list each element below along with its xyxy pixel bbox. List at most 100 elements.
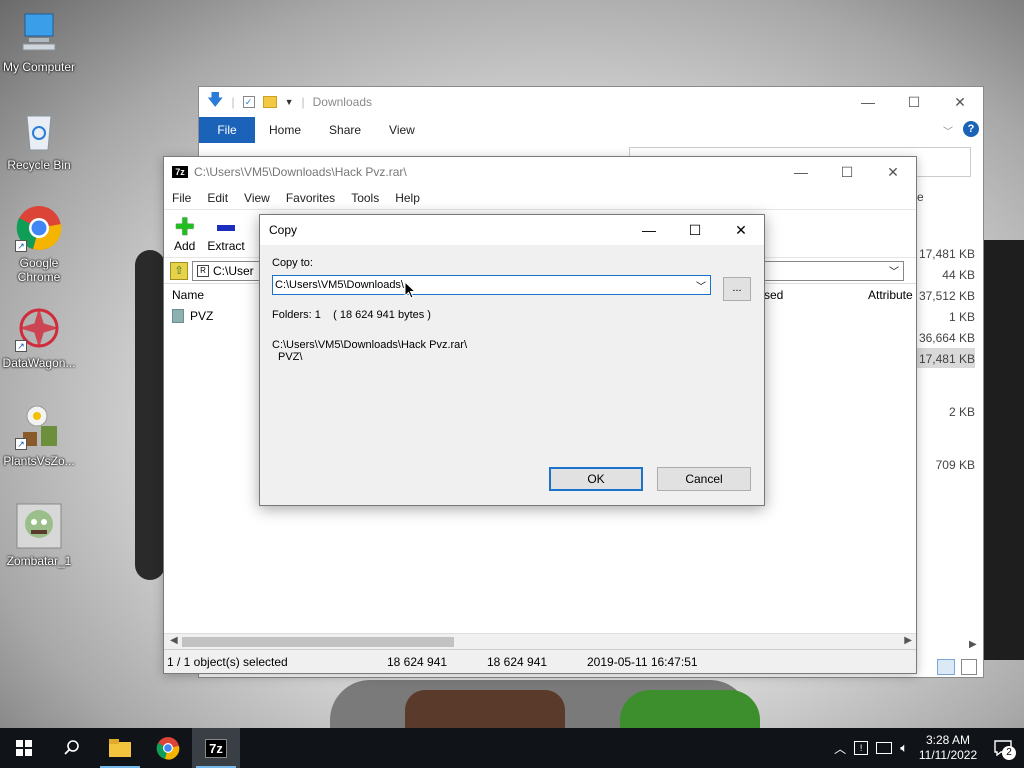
minimize-icon[interactable]: —: [778, 157, 824, 187]
horizontal-scrollbar[interactable]: ◀ ▶: [164, 633, 916, 649]
extract-label: Extract: [207, 239, 245, 253]
desktop-icon-google-chrome[interactable]: ↗ Google Chrome: [0, 204, 78, 284]
quick-access-download-icon[interactable]: 🡇: [207, 89, 223, 116]
recycle-bin-icon: [15, 106, 63, 154]
extract-button[interactable]: Extract: [207, 217, 245, 253]
wallpaper-shape: [405, 690, 565, 728]
title-separator: |: [231, 95, 235, 109]
ok-button[interactable]: OK: [549, 467, 643, 491]
properties-icon[interactable]: ✓: [242, 96, 255, 108]
chrome-icon: [156, 737, 180, 760]
shortcut-arrow-icon: ↗: [15, 438, 27, 450]
network-icon[interactable]: [876, 742, 893, 754]
desktop-icon-zombatar[interactable]: Zombatar_1: [0, 502, 78, 568]
notification-count-badge: 2: [1002, 746, 1016, 760]
details-view-icon[interactable]: [937, 659, 955, 675]
desktop-icon-recycle-bin[interactable]: Recycle Bin: [0, 106, 78, 172]
copy-to-path-input[interactable]: C:\Users\VM5\Downloads\: [275, 279, 404, 291]
file-size: 44 KB: [942, 268, 975, 282]
desktop-icon-datawagon[interactable]: ↗ DataWagon...: [0, 304, 78, 370]
taskbar-chrome[interactable]: [144, 728, 192, 768]
qat-dropdown-icon[interactable]: ▼: [285, 97, 294, 107]
security-icon[interactable]: !: [854, 741, 869, 755]
new-folder-icon[interactable]: [262, 96, 277, 108]
large-icons-view-icon[interactable]: [961, 659, 977, 675]
tab-view[interactable]: View: [375, 123, 429, 137]
sevenzip-title: C:\Users\VM5\Downloads\Hack Pvz.rar\: [194, 165, 407, 179]
copy-dialog-window-controls: — ☐ ✕: [626, 215, 764, 245]
copy-dialog[interactable]: Copy — ☐ ✕ Copy to: C:\Users\VM5\Downloa…: [259, 214, 765, 506]
copy-dialog-body: Copy to: C:\Users\VM5\Downloads\ ﹀ Folde…: [260, 245, 764, 375]
search-button[interactable]: [48, 728, 96, 768]
tab-home[interactable]: Home: [255, 123, 315, 137]
scroll-left-icon[interactable]: ◀: [170, 635, 178, 646]
add-label: Add: [174, 239, 196, 253]
volume-icon[interactable]: 🔈︎: [900, 740, 908, 756]
taskbar: 7z ︿ ! 🔈︎ 3:28 AM 11/11/2022 2: [0, 728, 1024, 768]
explorer-column-header: e: [917, 190, 924, 204]
zombatar-icon: [15, 502, 63, 550]
maximize-icon[interactable]: ☐: [824, 157, 870, 187]
cancel-button[interactable]: Cancel: [657, 467, 751, 491]
start-button[interactable]: [0, 728, 48, 768]
menu-file[interactable]: File: [172, 191, 191, 205]
maximize-icon[interactable]: ☐: [891, 87, 937, 117]
minimize-icon[interactable]: —: [626, 215, 672, 245]
windows-logo-icon: [16, 740, 32, 756]
column-used[interactable]: sed: [764, 288, 783, 302]
maximize-icon[interactable]: ☐: [672, 215, 718, 245]
close-icon[interactable]: ✕: [937, 87, 983, 117]
column-attributes[interactable]: Attribute: [868, 288, 913, 302]
ribbon-expand-icon[interactable]: ﹀: [943, 123, 953, 138]
menu-help[interactable]: Help: [395, 191, 420, 205]
tab-file[interactable]: File: [199, 117, 255, 143]
plants-vs-zombies-icon: ↗: [15, 402, 63, 450]
file-size: 709 KB: [935, 458, 975, 472]
taskbar-file-explorer[interactable]: [96, 728, 144, 768]
title-separator: |: [301, 95, 305, 109]
desktop-icon-label: PlantsVsZo...: [3, 454, 75, 468]
tab-share[interactable]: Share: [315, 123, 375, 137]
close-icon[interactable]: ✕: [870, 157, 916, 187]
desktop-icon-label: Google Chrome: [17, 256, 61, 284]
desktop-icon-plants-vs-zombies[interactable]: ↗ PlantsVsZo...: [0, 402, 78, 468]
clock[interactable]: 3:28 AM 11/11/2022: [916, 733, 980, 763]
desktop-icon-label: My Computer: [2, 60, 76, 74]
up-folder-icon[interactable]: ⇧: [170, 261, 188, 280]
close-icon[interactable]: ✕: [718, 215, 764, 245]
explorer-scroll-right-icon[interactable]: ▶: [969, 639, 977, 650]
explorer-window-controls: — ☐ ✕: [845, 87, 983, 117]
sevenzip-taskbar-icon: 7z: [205, 738, 227, 758]
explorer-title: Downloads: [312, 95, 372, 109]
sevenzip-window-controls: — ☐ ✕: [778, 157, 916, 187]
wallpaper-shape: [620, 690, 760, 728]
status-bar: 1 / 1 object(s) selected 18 624 941 18 6…: [164, 649, 916, 673]
copy-to-path-combo[interactable]: C:\Users\VM5\Downloads\ ﹀: [272, 275, 711, 295]
scroll-right-icon[interactable]: ▶: [904, 635, 912, 646]
notifications-button[interactable]: 2: [988, 728, 1018, 768]
add-button[interactable]: ✚ Add: [174, 216, 196, 254]
explorer-ribbon: File Home Share View ﹀ ?: [199, 117, 983, 143]
desktop-icon-label: Recycle Bin: [7, 158, 71, 172]
column-name[interactable]: Name: [172, 288, 204, 302]
menu-tools[interactable]: Tools: [351, 191, 379, 205]
show-hidden-icons-icon[interactable]: ︿: [834, 740, 846, 757]
address-text: C:\User: [213, 263, 254, 278]
menu-favorites[interactable]: Favorites: [286, 191, 335, 205]
browse-button[interactable]: ...: [723, 277, 751, 301]
file-size: 1 KB: [948, 310, 975, 324]
minimize-icon[interactable]: —: [845, 87, 891, 117]
help-icon[interactable]: ?: [963, 121, 979, 137]
menu-edit[interactable]: Edit: [207, 191, 228, 205]
chevron-down-icon[interactable]: ﹀: [696, 278, 706, 293]
scrollbar-thumb[interactable]: [182, 637, 454, 647]
copy-dialog-title: Copy: [269, 223, 298, 237]
menu-view[interactable]: View: [244, 191, 270, 205]
wallpaper-shape: [135, 250, 165, 580]
desktop-icon-my-computer[interactable]: My Computer: [0, 8, 78, 74]
desktop-icon-label: DataWagon...: [2, 356, 76, 370]
datawagon-icon: ↗: [15, 304, 63, 352]
taskbar-7zip[interactable]: 7z: [192, 728, 240, 768]
chevron-down-icon[interactable]: ﹀: [889, 263, 899, 278]
shortcut-arrow-icon: ↗: [15, 240, 27, 252]
